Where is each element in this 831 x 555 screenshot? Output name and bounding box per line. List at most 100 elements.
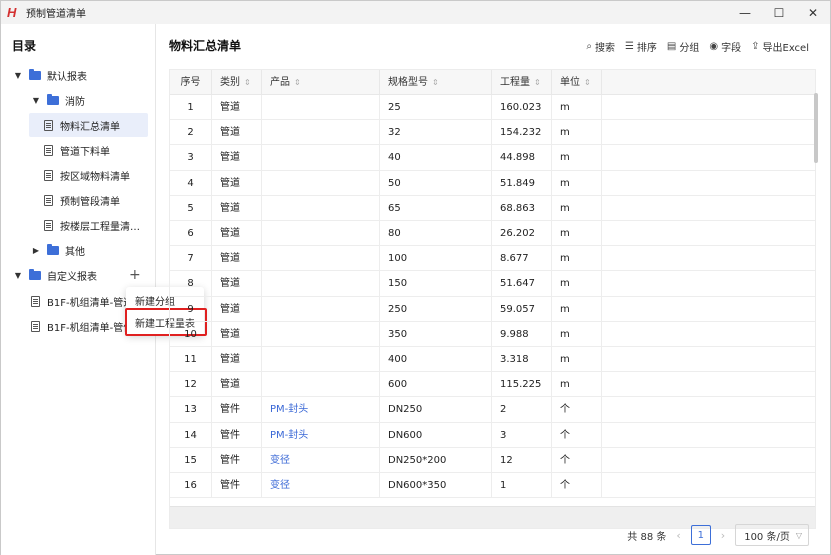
- sort-button[interactable]: ☰ 排序: [625, 39, 657, 54]
- cell-index: 7: [170, 246, 212, 272]
- table-row[interactable]: 5 管道 65 68.863 m: [170, 195, 815, 221]
- page-button-1[interactable]: 1: [690, 525, 711, 545]
- cell-spec: 32: [380, 120, 492, 146]
- cell-index: 13: [170, 397, 212, 423]
- column-header-product[interactable]: 产品 ⇕: [262, 70, 380, 95]
- tree-node-other[interactable]: ▶ 其他: [31, 238, 85, 262]
- cell-quantity: 51.849: [492, 170, 552, 196]
- caret-down-icon[interactable]: ▼: [13, 71, 23, 80]
- caret-down-icon[interactable]: ▼: [31, 96, 41, 105]
- cell-category: 管道: [212, 170, 262, 196]
- tree-item-material-summary[interactable]: 物料汇总清单: [29, 113, 148, 137]
- document-icon: [44, 144, 53, 156]
- maximize-button[interactable]: ☐: [762, 1, 796, 24]
- cell-quantity: 2: [492, 397, 552, 423]
- cell-index: 9: [170, 296, 212, 322]
- table-row[interactable]: 14 管件 PM-封头 DN600 3 个: [170, 422, 815, 448]
- tree-item-custom-pipe[interactable]: B1F-机组清单-管道: [31, 289, 133, 313]
- table-row[interactable]: 4 管道 50 51.849 m: [170, 170, 815, 196]
- tree-label: 默认报表: [47, 71, 87, 83]
- cell-index: 14: [170, 422, 212, 448]
- cell-product: [262, 347, 380, 372]
- tree-label: 物料汇总清单: [60, 121, 120, 133]
- cell-quantity: 68.863: [492, 195, 552, 221]
- tree-item-prefab-segments[interactable]: 预制管段清单: [44, 188, 120, 212]
- column-header-spec[interactable]: 规格型号 ⇕: [380, 70, 492, 95]
- cell-index: 3: [170, 145, 212, 171]
- table-row[interactable]: 15 管件 变径 DN250*200 12 个: [170, 447, 815, 473]
- sidebar-title: 目录: [12, 39, 37, 53]
- table-row[interactable]: 10 管道 350 9.988 m: [170, 321, 815, 347]
- document-icon: [44, 219, 53, 231]
- table-row[interactable]: 6 管道 80 26.202 m: [170, 221, 815, 247]
- minimize-button[interactable]: —: [728, 1, 762, 24]
- main-panel: 物料汇总清单 ⌕ 搜索 ☰ 排序 ▤ 分组 ◉ 字段 ⇪ 导出Excel 序号 …: [157, 24, 831, 555]
- next-page-icon[interactable]: ›: [721, 529, 725, 542]
- cell-quantity: 115.225: [492, 372, 552, 398]
- pagination: 共 88 条 ‹ 1 › 100 条/页 ▽: [627, 524, 809, 546]
- cell-unit: m: [552, 95, 602, 120]
- tree-node-default-reports[interactable]: ▼ 默认报表: [13, 63, 87, 87]
- tree-item-area-material[interactable]: 按区域物料清单: [44, 163, 130, 187]
- table-row[interactable]: 12 管道 600 115.225 m: [170, 372, 815, 398]
- cell-category: 管件: [212, 397, 262, 423]
- search-button[interactable]: ⌕ 搜索: [586, 39, 615, 54]
- cell-product[interactable]: PM-封头: [262, 422, 380, 448]
- tree-node-fire[interactable]: ▼ 消防: [31, 88, 85, 112]
- column-header-quantity[interactable]: 工程量 ⇕: [492, 70, 552, 95]
- cell-category: 管道: [212, 95, 262, 120]
- table-row[interactable]: 13 管件 PM-封头 DN250 2 个: [170, 397, 815, 423]
- table-row[interactable]: 16 管件 变径 DN600*350 1 个: [170, 473, 815, 499]
- cell-spec: 80: [380, 221, 492, 246]
- export-button[interactable]: ⇪ 导出Excel: [751, 39, 809, 54]
- cell-product: [262, 321, 380, 347]
- tree-node-custom-reports[interactable]: ▼ 自定义报表: [13, 263, 97, 287]
- table-row[interactable]: 7 管道 100 8.677 m: [170, 246, 815, 272]
- chevron-down-icon: ▽: [795, 530, 802, 540]
- tree-item-pipe-cutting[interactable]: 管道下料单: [44, 138, 110, 162]
- page-size-select[interactable]: 100 条/页 ▽: [735, 524, 809, 546]
- cell-unit: m: [552, 372, 602, 398]
- column-header-category[interactable]: 类别 ⇕: [212, 70, 262, 95]
- sort-icon: ⇕: [244, 78, 251, 87]
- prev-page-icon[interactable]: ‹: [676, 529, 680, 542]
- page-title: 物料汇总清单: [169, 39, 242, 53]
- close-button[interactable]: ✕: [796, 1, 830, 24]
- column-header-unit[interactable]: 单位 ⇕: [552, 70, 602, 95]
- table-header: 序号 类别 ⇕ 产品 ⇕ 规格型号 ⇕ 工程量 ⇕ 单位 ⇕: [170, 70, 815, 95]
- cell-category: 管道: [212, 321, 262, 347]
- table-row[interactable]: 9 管道 250 59.057 m: [170, 296, 815, 322]
- sort-icon: ⇕: [432, 78, 439, 87]
- cell-product: [262, 170, 380, 196]
- table-row[interactable]: 2 管道 32 154.232 m: [170, 120, 815, 146]
- table-row[interactable]: 8 管道 150 51.647 m: [170, 271, 815, 297]
- cell-unit: m: [552, 145, 602, 171]
- cell-spec: 600: [380, 372, 492, 398]
- fields-button[interactable]: ◉ 字段: [709, 39, 741, 54]
- cell-product: [262, 372, 380, 398]
- add-icon[interactable]: +: [129, 267, 141, 283]
- table-row[interactable]: 3 管道 40 44.898 m: [170, 145, 815, 171]
- cell-quantity: 59.057: [492, 296, 552, 322]
- cell-product[interactable]: PM-封头: [262, 397, 380, 423]
- caret-right-icon[interactable]: ▶: [31, 246, 41, 255]
- tree-item-floor-quantity[interactable]: 按楼层工程量清…: [44, 213, 140, 237]
- cell-product[interactable]: 变径: [262, 447, 380, 473]
- tree-label: 预制管段清单: [60, 196, 120, 208]
- caret-down-icon[interactable]: ▼: [13, 271, 23, 280]
- tree-label: B1F-机组清单-管件: [47, 322, 134, 334]
- table-row[interactable]: 1 管道 25 160.023 m: [170, 95, 815, 121]
- vertical-scrollbar[interactable]: [814, 93, 818, 163]
- tree-label: 其他: [65, 246, 85, 258]
- cell-product[interactable]: 变径: [262, 473, 380, 498]
- cell-quantity: 3: [492, 422, 552, 448]
- cell-unit: m: [552, 347, 602, 372]
- cell-unit: m: [552, 120, 602, 146]
- cell-index: 5: [170, 195, 212, 221]
- cell-category: 管件: [212, 447, 262, 473]
- tree-item-custom-fittings[interactable]: B1F-机组清单-管件: [31, 314, 133, 338]
- table-row[interactable]: 11 管道 400 3.318 m: [170, 347, 815, 373]
- cell-unit: m: [552, 271, 602, 297]
- group-button[interactable]: ▤ 分组: [667, 39, 699, 54]
- document-icon: [44, 194, 53, 206]
